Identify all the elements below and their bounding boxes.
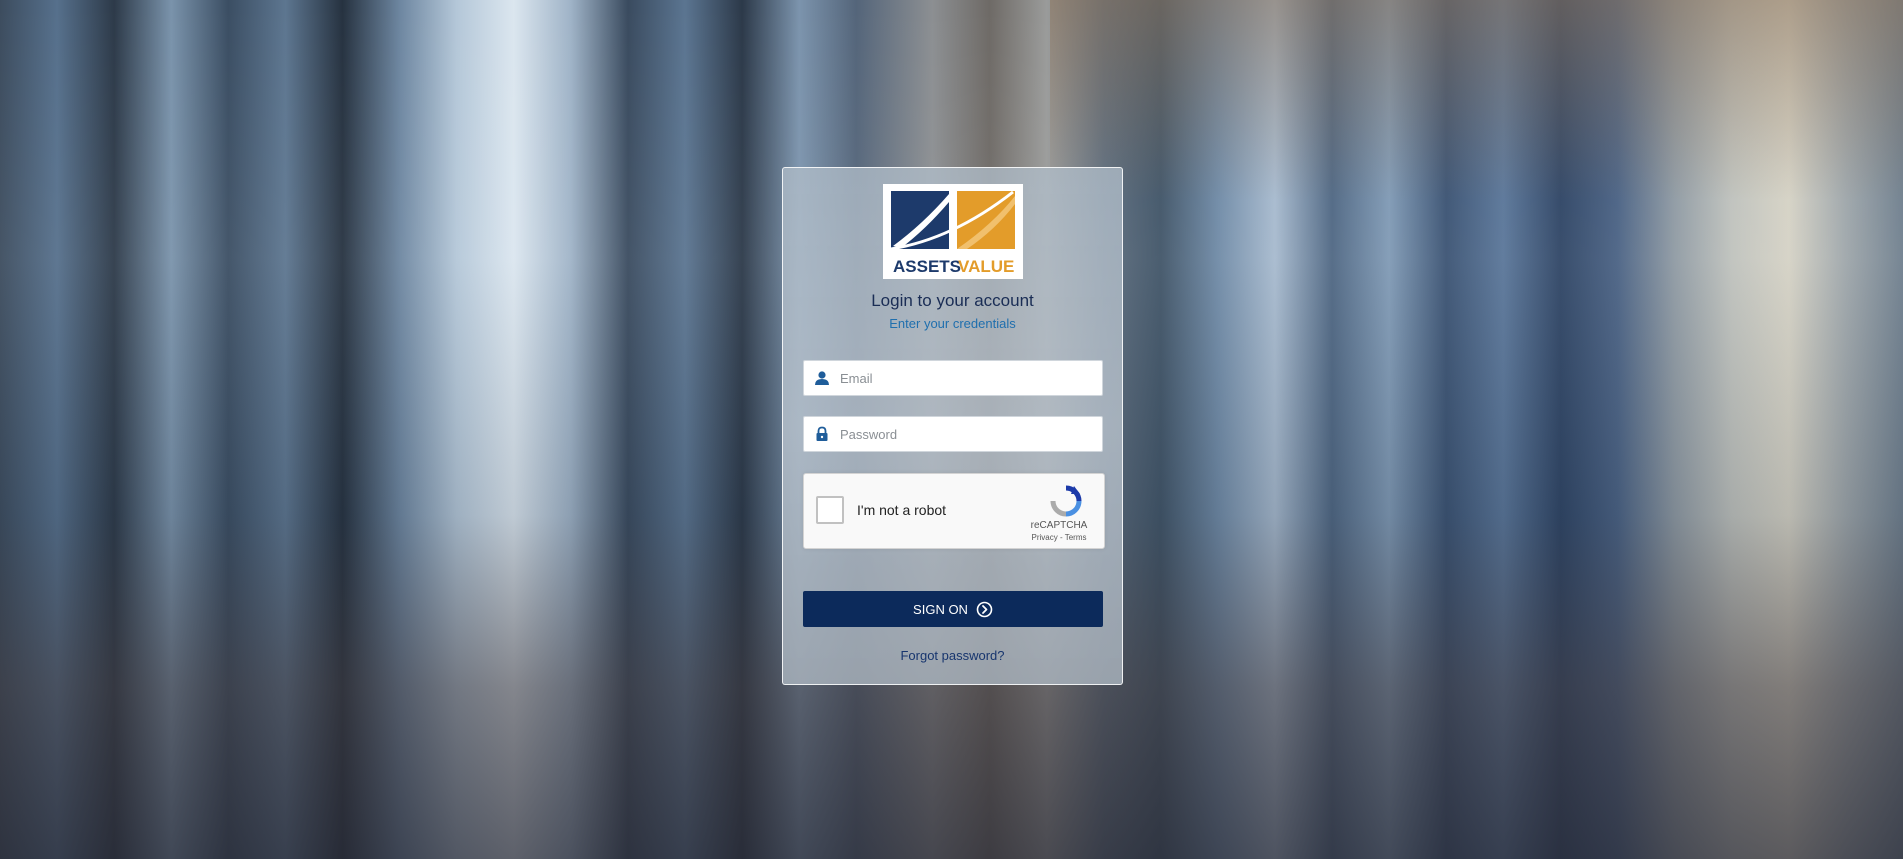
recaptcha-link-separator: -	[1057, 533, 1065, 542]
page-subtitle: Enter your credentials	[889, 316, 1016, 331]
lock-icon	[816, 426, 828, 441]
password-field[interactable]	[803, 416, 1103, 452]
recaptcha-widget: I'm not a robot reCAPTCHA Privacy - Term…	[803, 473, 1105, 549]
circle-arrow-right-icon	[976, 601, 993, 617]
logo-word-value: VALUE	[958, 257, 1014, 276]
email-field[interactable]	[803, 360, 1103, 396]
sign-on-label: SIGN ON	[913, 601, 968, 617]
recaptcha-checkbox[interactable]	[816, 496, 844, 524]
recaptcha-label: I'm not a robot	[857, 502, 947, 518]
recaptcha-brand: reCAPTCHA	[1030, 520, 1088, 531]
sign-on-button[interactable]: SIGN ON	[803, 591, 1103, 627]
recaptcha-icon	[1050, 485, 1082, 517]
recaptcha-terms-link[interactable]: Terms	[1065, 533, 1087, 542]
recaptcha-privacy-link[interactable]: Privacy	[1032, 533, 1058, 542]
logo-word-assets: ASSETS	[893, 257, 961, 276]
page-title: Login to your account	[871, 291, 1034, 310]
recaptcha-links: Privacy - Terms	[1018, 533, 1100, 542]
assets-value-logo: ASSETS VALUE	[883, 184, 1023, 279]
forgot-password-link[interactable]: Forgot password?	[783, 648, 1122, 663]
login-card: ASSETS VALUE Login to your account Enter…	[782, 167, 1123, 685]
password-input[interactable]	[840, 417, 1095, 451]
user-icon	[815, 371, 829, 385]
email-input[interactable]	[840, 361, 1095, 395]
